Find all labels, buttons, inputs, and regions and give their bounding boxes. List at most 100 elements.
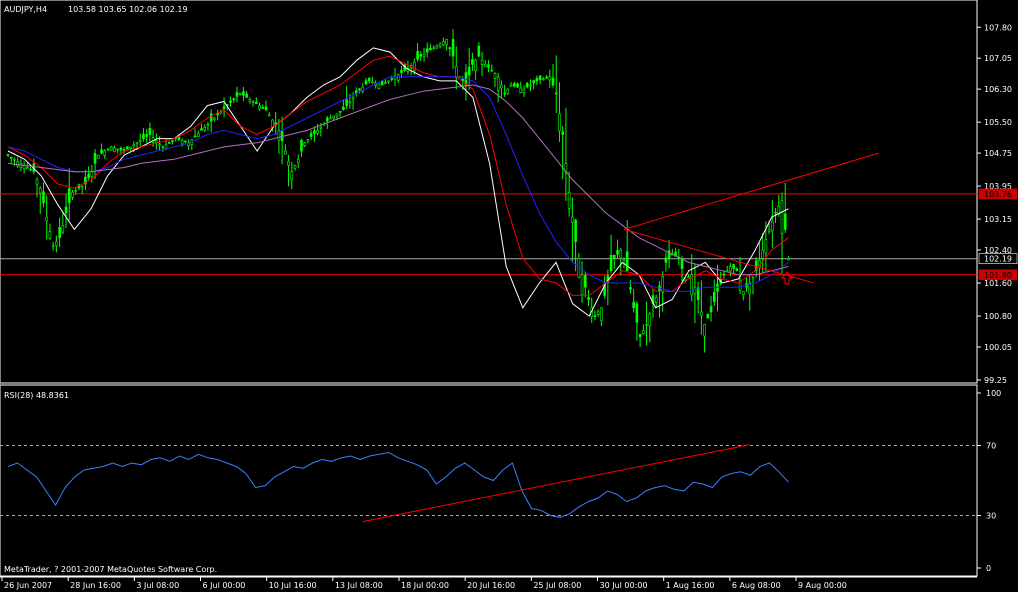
candle-body [735, 268, 739, 271]
candle-body [29, 168, 32, 171]
rsi-tick-label: 100 [986, 389, 1001, 398]
candle-body [380, 80, 384, 86]
candle-body [119, 147, 123, 151]
candle-body [284, 150, 287, 155]
candle-body [664, 257, 668, 263]
moving-average-line [7, 84, 789, 276]
candle-body [264, 106, 268, 111]
time-tick-label: 18 Jul 00:00 [401, 581, 449, 590]
candle-body [545, 76, 548, 79]
candle-body [471, 59, 474, 65]
candle-body [783, 213, 787, 230]
candle-body [632, 301, 635, 309]
candle-body [709, 306, 713, 313]
candle-body [71, 191, 74, 198]
candle-body [13, 158, 16, 161]
candle-body [222, 106, 226, 110]
rsi-line [7, 451, 789, 518]
candle-body [425, 48, 429, 53]
candle-body [26, 167, 29, 169]
candle-body [529, 84, 532, 87]
candle-body [764, 239, 768, 254]
candle-body [771, 220, 774, 232]
price-axis-ticks: 107.80107.05106.30105.50104.75103.95103.… [977, 23, 1012, 385]
candle-body [661, 276, 664, 293]
rsi-axis-ticks: 100 70 30 0 [977, 389, 1001, 573]
candle-body [580, 274, 584, 295]
candle-body [648, 313, 652, 326]
rsi-level-lines [0, 445, 977, 516]
trendline [623, 152, 879, 230]
candle-body [419, 54, 423, 57]
candle-body [80, 185, 84, 188]
candle-body [500, 84, 503, 89]
candle-body [416, 51, 419, 60]
candle-body [303, 142, 307, 146]
candle-body [90, 171, 94, 177]
time-tick-label: 6 Jul 00:00 [203, 581, 246, 590]
candle-body [67, 188, 71, 203]
price-tick-label: 105.50 [984, 118, 1012, 127]
candle-body [696, 287, 700, 300]
candle-body [164, 144, 168, 150]
candle-body [316, 130, 319, 134]
candle-body [642, 330, 645, 334]
candle-body [351, 97, 355, 100]
candle-body [516, 83, 519, 88]
candle-body [454, 66, 458, 78]
candle-body [729, 266, 732, 272]
candle-body [251, 101, 255, 103]
candle-body [206, 123, 210, 126]
candle-body [503, 92, 506, 95]
candle-body [377, 83, 381, 89]
candle-body [55, 241, 58, 246]
copyright-text: MetaTrader, ? 2001-2007 MetaQuotes Softw… [4, 565, 217, 574]
candle-body [477, 45, 481, 57]
candle-body [384, 82, 387, 84]
moving-average-line [7, 55, 789, 296]
candle-body [432, 47, 436, 50]
candle-body [635, 303, 639, 323]
candle-body [342, 106, 345, 111]
candle-body [35, 179, 39, 185]
candle-body [313, 130, 316, 134]
candle-body [558, 113, 561, 132]
candle-body [767, 229, 771, 232]
time-axis-ticks: 26 Jun 2007 28 Jun 16:00 3 Jul 08:00 6 Jul … [1, 577, 847, 590]
candle-body [6, 154, 10, 156]
candle-body [548, 76, 552, 81]
candle-body [390, 78, 394, 80]
candle-body [703, 324, 706, 337]
candle-body [400, 69, 403, 73]
candle-body [129, 146, 132, 149]
candle-body [712, 292, 716, 302]
candle-body [329, 117, 332, 120]
time-tick-label: 26 Jun 2007 [4, 581, 52, 590]
candle-body [358, 88, 361, 91]
time-tick-label: 25 Jul 08:00 [533, 581, 581, 590]
candle-body [593, 315, 597, 317]
moving-average-line [7, 47, 789, 317]
candle-body [245, 93, 248, 98]
time-tick-label: 3 Jul 08:00 [136, 581, 179, 590]
candle-body [42, 191, 45, 203]
candle-body [387, 80, 390, 83]
candle-body [255, 101, 258, 104]
rsi-panel-frame [0, 384, 978, 577]
candle-body [229, 100, 232, 103]
candle-body [106, 148, 110, 151]
price-tick-label: 104.75 [984, 149, 1012, 158]
time-tick-label: 1 Aug 16:00 [666, 581, 715, 590]
candle-body [700, 311, 703, 316]
candle-body [780, 200, 784, 235]
candle-body [638, 333, 642, 337]
candle-body [732, 264, 735, 269]
candle-body [196, 133, 200, 137]
candle-body [574, 219, 577, 243]
horizontal-lines [0, 193, 977, 276]
candle-body [296, 158, 300, 164]
candle-body [238, 92, 242, 95]
trendlines [623, 152, 879, 284]
candle-body [493, 73, 497, 80]
candle-body [422, 53, 426, 57]
